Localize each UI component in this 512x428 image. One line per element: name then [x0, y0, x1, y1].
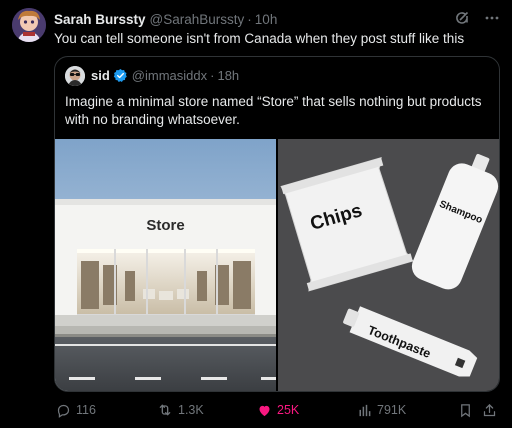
- author-avatar[interactable]: [12, 8, 46, 42]
- bookmark-button[interactable]: [458, 400, 473, 420]
- share-button[interactable]: [482, 400, 497, 420]
- views-count: 791K: [377, 403, 407, 417]
- reply-icon: [56, 403, 71, 418]
- like-icon: [257, 403, 272, 418]
- action-bar: 116 1.3K 25K 791K: [54, 400, 500, 420]
- quoted-separator-dot: ·: [210, 68, 215, 83]
- repost-button[interactable]: 1.3K: [157, 400, 204, 420]
- tweet-time[interactable]: 10h: [255, 12, 278, 27]
- quoted-media[interactable]: Store Chips Shampoo Toothpaste: [55, 139, 499, 391]
- like-count: 25K: [277, 403, 300, 417]
- tweet-text: You can tell someone isn't from Canada w…: [54, 31, 465, 46]
- store-sign: Store: [146, 217, 185, 234]
- tweet-header: Sarah Burssty @SarahBurssty · 10h: [54, 10, 500, 28]
- share-icon: [482, 403, 497, 418]
- repost-icon: [157, 402, 173, 418]
- quoted-time[interactable]: 18h: [217, 68, 239, 83]
- quoted-text: Imagine a minimal store named “Store” th…: [65, 94, 482, 127]
- like-button[interactable]: 25K: [257, 400, 299, 420]
- quoted-author-avatar[interactable]: [65, 66, 85, 86]
- bookmark-icon: [458, 403, 473, 418]
- quoted-header: sid @immasiddx · 18h: [91, 68, 239, 83]
- reply-button[interactable]: 116: [56, 400, 96, 420]
- store-image[interactable]: Store: [55, 139, 276, 391]
- repost-count: 1.3K: [178, 403, 204, 417]
- verified-badge-icon: [113, 68, 128, 83]
- views-button[interactable]: 791K: [357, 400, 406, 420]
- reply-count: 116: [76, 403, 96, 417]
- quoted-tweet[interactable]: sid @immasiddx · 18h Imagine a minimal s…: [54, 56, 500, 392]
- products-image[interactable]: Chips Shampoo Toothpaste: [278, 139, 499, 391]
- separator-dot: ·: [247, 11, 252, 27]
- author-name[interactable]: Sarah Burssty: [54, 12, 146, 27]
- quoted-author-handle[interactable]: @immasiddx: [132, 68, 207, 83]
- quoted-author-name[interactable]: sid: [91, 68, 110, 83]
- more-icon[interactable]: [484, 10, 500, 26]
- views-icon: [357, 403, 372, 418]
- grok-icon[interactable]: [454, 10, 470, 26]
- author-handle[interactable]: @SarahBurssty: [150, 12, 245, 27]
